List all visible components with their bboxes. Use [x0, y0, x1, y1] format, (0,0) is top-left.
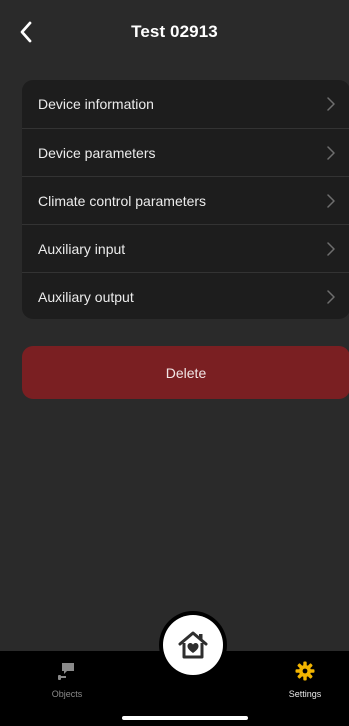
camera-icon: [55, 659, 79, 683]
home-button[interactable]: [163, 615, 223, 675]
menu-item-device-information[interactable]: Device information: [22, 80, 349, 128]
chevron-right-icon: [326, 193, 336, 209]
chevron-right-icon: [326, 289, 336, 305]
menu-item-auxiliary-input[interactable]: Auxiliary input: [22, 224, 349, 272]
tab-label: Settings: [288, 689, 322, 699]
settings-menu: Device information Device parameters Cli…: [22, 80, 349, 319]
chevron-right-icon: [326, 96, 336, 112]
menu-item-label: Device information: [38, 96, 154, 112]
delete-button[interactable]: Delete: [22, 346, 349, 399]
menu-item-label: Auxiliary output: [38, 288, 134, 305]
page-title: Test 02913: [131, 22, 218, 41]
tab-label: Objects: [51, 689, 83, 699]
tab-settings[interactable]: Settings: [265, 659, 345, 699]
menu-item-label: Auxiliary input: [38, 240, 126, 257]
menu-item-climate-control-parameters[interactable]: Climate control parameters: [22, 176, 349, 224]
chevron-right-icon: [326, 241, 336, 257]
home-indicator: [122, 716, 248, 720]
menu-item-label: Climate control parameters: [38, 192, 207, 209]
header: Test 02913: [0, 0, 349, 64]
tab-objects[interactable]: Objects: [27, 659, 107, 699]
menu-item-label: Device parameters: [38, 144, 156, 161]
menu-item-auxiliary-output[interactable]: Auxiliary output: [22, 272, 349, 319]
menu-item-device-parameters[interactable]: Device parameters: [22, 128, 349, 176]
chevron-right-icon: [326, 145, 336, 161]
home-button-ring: [159, 611, 227, 679]
gear-icon: [293, 659, 317, 683]
home-heart-icon: [178, 631, 208, 659]
